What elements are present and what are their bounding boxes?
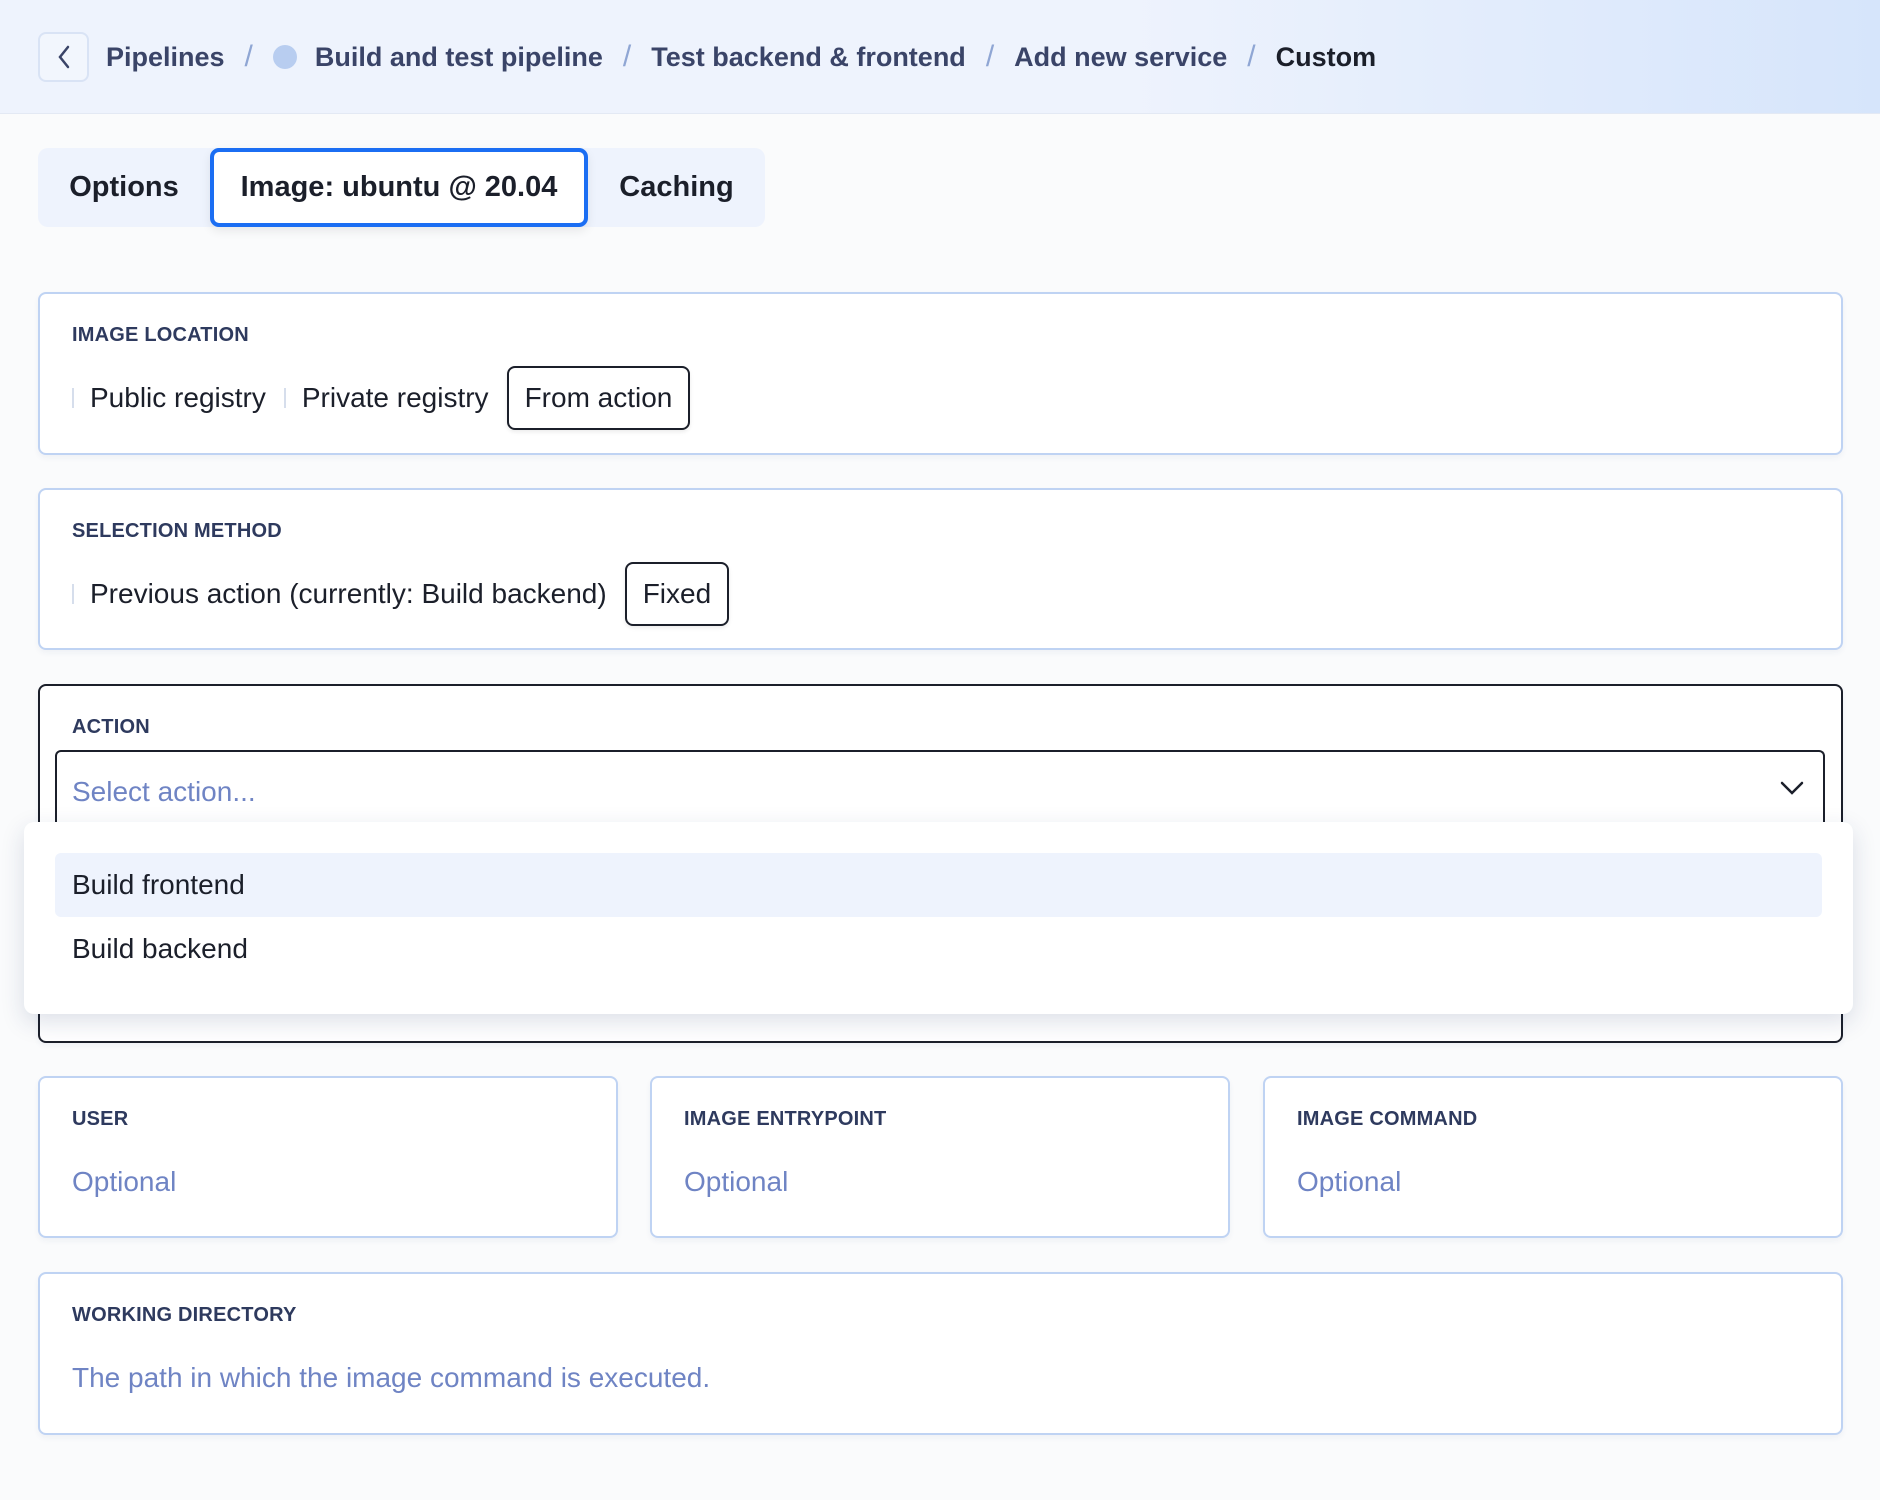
breadcrumb-pipelines[interactable]: Pipelines bbox=[106, 42, 225, 73]
action-option-build-backend[interactable]: Build backend bbox=[55, 917, 1822, 981]
breadcrumb: Pipelines / Build and test pipeline / Te… bbox=[106, 38, 1376, 76]
action-label: ACTION bbox=[72, 716, 150, 738]
action-dropdown-menu: Build frontend Build backend bbox=[24, 822, 1853, 1014]
option-from-action[interactable]: From action bbox=[506, 366, 691, 430]
user-input[interactable]: Optional bbox=[72, 1166, 176, 1198]
divider bbox=[72, 388, 74, 408]
breadcrumb-action[interactable]: Test backend & frontend bbox=[651, 42, 966, 73]
user-card: USER Optional bbox=[38, 1076, 618, 1238]
option-private-registry[interactable]: Private registry bbox=[302, 382, 489, 414]
chevron-left-icon bbox=[57, 45, 69, 69]
command-label: IMAGE COMMAND bbox=[1297, 1108, 1478, 1130]
breadcrumb-current: Custom bbox=[1275, 41, 1377, 72]
image-location-label: IMAGE LOCATION bbox=[72, 324, 249, 346]
back-button[interactable] bbox=[38, 32, 89, 82]
working-directory-card: WORKING DIRECTORY The path in which the … bbox=[38, 1272, 1843, 1435]
breadcrumb-add-service[interactable]: Add new service bbox=[1014, 42, 1227, 73]
divider bbox=[72, 584, 74, 604]
breadcrumb-separator: / bbox=[1247, 40, 1256, 73]
breadcrumb-separator: / bbox=[622, 40, 632, 73]
tab-image[interactable]: Image: ubuntu @ 20.04 bbox=[210, 148, 588, 227]
option-public-registry[interactable]: Public registry bbox=[90, 382, 266, 414]
entrypoint-card: IMAGE ENTRYPOINT Optional bbox=[650, 1076, 1230, 1238]
chevron-down-icon[interactable] bbox=[1779, 780, 1805, 796]
divider bbox=[283, 388, 286, 408]
working-directory-input[interactable]: The path in which the image command is e… bbox=[72, 1362, 710, 1394]
selection-method-label: SELECTION METHOD bbox=[72, 520, 282, 542]
tab-caching[interactable]: Caching bbox=[588, 148, 765, 227]
tab-options[interactable]: Options bbox=[38, 148, 210, 227]
selection-method-card: SELECTION METHOD Previous action (curren… bbox=[38, 488, 1843, 650]
action-select-placeholder: Select action... bbox=[72, 776, 256, 807]
entrypoint-label: IMAGE ENTRYPOINT bbox=[684, 1108, 887, 1130]
user-label: USER bbox=[72, 1108, 129, 1130]
breadcrumb-separator: / bbox=[985, 40, 995, 73]
action-option-build-frontend[interactable]: Build frontend bbox=[55, 853, 1822, 917]
breadcrumb-separator: / bbox=[244, 40, 253, 73]
image-location-card: IMAGE LOCATION Public registry Private r… bbox=[38, 292, 1843, 455]
entrypoint-input[interactable]: Optional bbox=[684, 1166, 788, 1198]
option-fixed[interactable]: Fixed bbox=[624, 562, 730, 626]
working-directory-label: WORKING DIRECTORY bbox=[72, 1304, 297, 1326]
pipeline-status-dot bbox=[272, 45, 297, 69]
command-card: IMAGE COMMAND Optional bbox=[1263, 1076, 1843, 1238]
command-input[interactable]: Optional bbox=[1297, 1166, 1401, 1198]
header: Pipelines / Build and test pipeline / Te… bbox=[0, 0, 1880, 114]
option-previous-action[interactable]: Previous action (currently: Build backen… bbox=[90, 578, 607, 610]
tab-bar: Options Image: ubuntu @ 20.04 Caching bbox=[38, 148, 765, 227]
breadcrumb-pipeline[interactable]: Build and test pipeline bbox=[315, 42, 603, 73]
